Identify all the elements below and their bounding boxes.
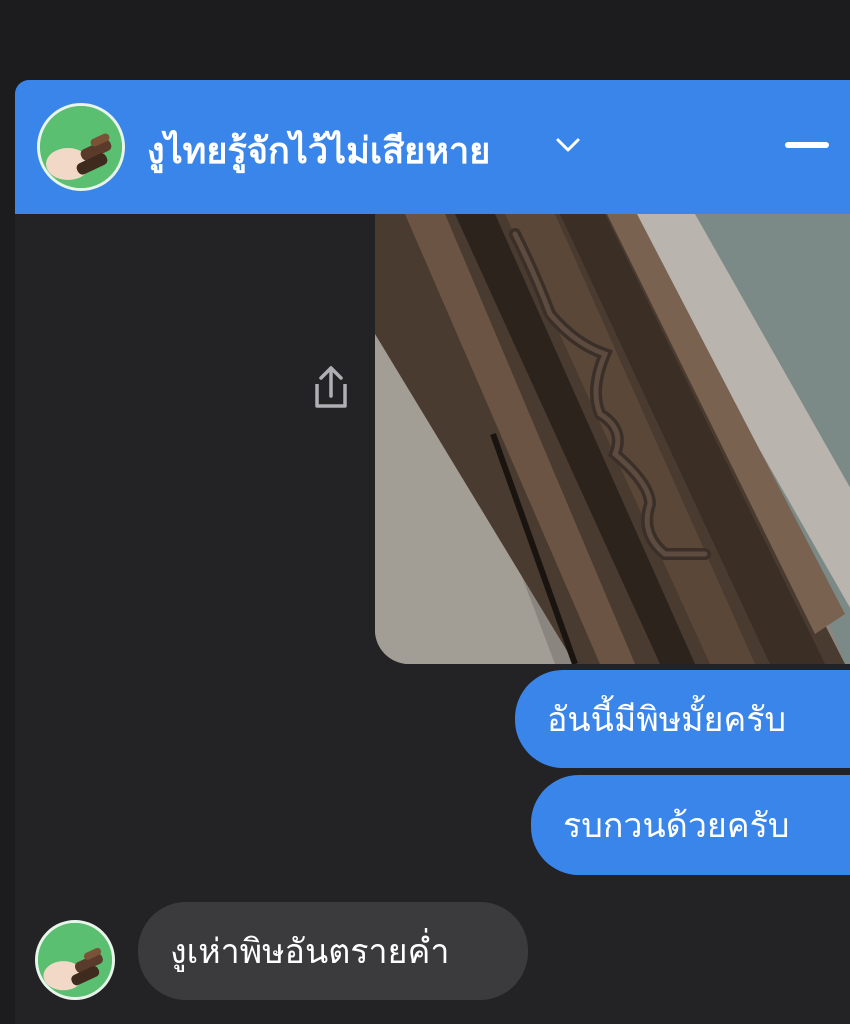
sender-avatar[interactable] (35, 920, 115, 1000)
top-background (0, 0, 850, 82)
chat-header[interactable]: งูไทยรู้จักไว้ไม่เสียหาย (15, 80, 850, 214)
page-avatar[interactable] (37, 103, 125, 191)
avatar-image (38, 923, 112, 997)
sent-message[interactable]: อันนี้มีพิษมั้ยครับ (515, 670, 850, 768)
chat-title[interactable]: งูไทยรู้จักไว้ไม่เสียหาย (147, 122, 490, 179)
avatar-image (40, 106, 122, 188)
minimize-icon[interactable] (785, 142, 829, 148)
share-icon[interactable] (309, 360, 353, 414)
message-photo[interactable] (375, 214, 850, 664)
chat-window: งูไทยรู้จักไว้ไม่เสียหาย อันนี้มีพิษมั้ย… (15, 80, 850, 1024)
received-message[interactable]: งูเห่าพิษอันตรายค่ำ (138, 902, 528, 1000)
sent-message[interactable]: รบกวนด้วยครับ (531, 775, 850, 875)
snake-photo-image (375, 214, 850, 664)
chevron-down-icon[interactable] (555, 135, 581, 155)
